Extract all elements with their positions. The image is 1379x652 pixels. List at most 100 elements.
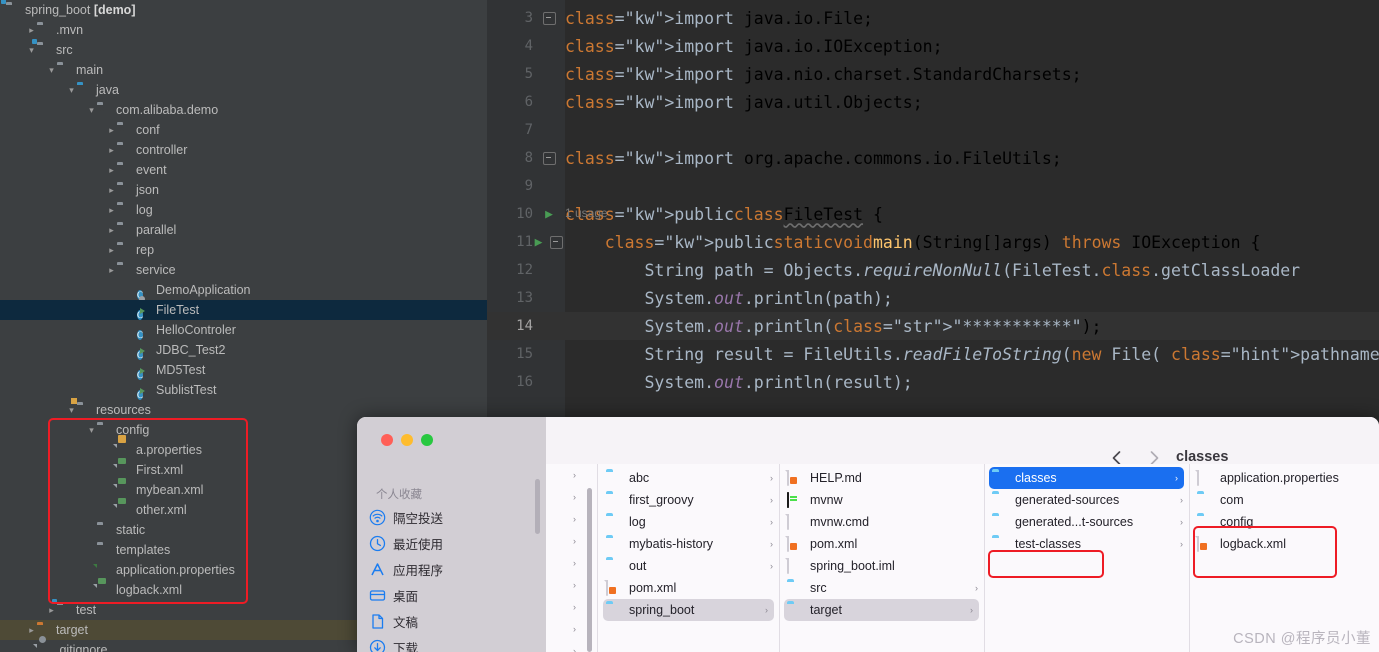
tree-item-java[interactable]: ▾ java [0, 80, 487, 100]
finder-toolbar[interactable]: classes ▾ ▾ [546, 417, 1379, 465]
twisty-expanded-icon[interactable]: ▾ [46, 60, 57, 80]
finder-row[interactable]: target › [784, 599, 979, 621]
finder-row[interactable]: out › [598, 555, 779, 577]
tree-item-json[interactable]: ▸ json [0, 180, 487, 200]
column-projects[interactable]: abc › first_groovy › log › mybatis-history › out… [598, 464, 780, 652]
column-classes[interactable]: application.properties com›config› logback… [1189, 464, 1379, 652]
twisty-collapsed-icon[interactable]: ▸ [106, 260, 117, 280]
tree-item-mvn[interactable]: ▸ .mvn [0, 20, 487, 40]
twisty-collapsed-icon[interactable]: ▸ [106, 200, 117, 220]
disclosure-chevron-icon[interactable]: › [1180, 539, 1183, 549]
sidebar-item-documents[interactable]: 文稿 [369, 609, 418, 633]
minimize-window-button[interactable] [401, 434, 413, 446]
code-line[interactable]: 3 class="kw">import java.io.File; [487, 4, 1379, 32]
code-line[interactable]: 10 ▶ class="kw">public class FileTest { [487, 200, 1379, 228]
disclosure-chevron-icon[interactable]: › [770, 539, 773, 549]
twisty-collapsed-icon[interactable]: ▸ [106, 160, 117, 180]
code-line[interactable]: 14 System.out.println(class="str">"*****… [487, 312, 1379, 340]
finder-column-area[interactable]: › › › › › › › › › abc › first_groovy › log › m… [546, 464, 1379, 652]
project-root-row[interactable]: spring_boot [demo] [0, 0, 487, 20]
sidebar-item-airdrop[interactable]: 隔空投送 [369, 505, 443, 529]
tree-item-jdbc-test2[interactable]: C JDBC_Test2 [0, 340, 487, 360]
finder-row[interactable]: src › [779, 577, 984, 599]
finder-row[interactable]: generated...t-sources › [984, 511, 1189, 533]
tree-item-parallel[interactable]: ▸ parallel [0, 220, 487, 240]
column-partial[interactable]: › › › › › › › › › [546, 464, 582, 652]
finder-row[interactable]: mvnw.cmd [779, 511, 984, 533]
sidebar-item-downloads[interactable]: 下载 [369, 635, 418, 652]
code-line[interactable]: 8 class="kw">import org.apache.commons.io… [487, 144, 1379, 172]
run-method-icon[interactable]: ▶ [535, 235, 543, 250]
tree-item-service[interactable]: ▸ service [0, 260, 487, 280]
column-target[interactable]: classes › generated-sources › generated...t-… [984, 464, 1190, 652]
tree-item-rep[interactable]: ▸ rep [0, 240, 487, 260]
disclosure-chevron-icon[interactable]: › [970, 605, 973, 615]
gutter-marker[interactable]: ▶ [533, 207, 565, 222]
finder-row[interactable]: generated-sources › [984, 489, 1189, 511]
disclosure-chevron-icon[interactable]: › [975, 583, 978, 593]
gutter-marker[interactable]: ▶ [533, 235, 565, 250]
code-line[interactable]: 5 class="kw">import java.nio.charset.Stan… [487, 60, 1379, 88]
twisty-collapsed-icon[interactable]: ▸ [26, 20, 37, 40]
tree-item-demoapplication[interactable]: C DemoApplication [0, 280, 487, 300]
column-partial-scrollbar[interactable] [587, 488, 592, 652]
finder-row[interactable]: HELP.md [779, 467, 984, 489]
code-line[interactable]: 12 String path = Objects.requireNonNull(… [487, 256, 1379, 284]
sidebar-item-desktop[interactable]: 桌面 [369, 583, 418, 607]
finder-row[interactable]: abc › [598, 467, 779, 489]
twisty-collapsed-icon[interactable]: ▸ [106, 180, 117, 200]
finder-row[interactable]: spring_boot.iml [779, 555, 984, 577]
twisty-collapsed-icon[interactable]: ▸ [106, 140, 117, 160]
finder-row[interactable]: first_groovy › [598, 489, 779, 511]
finder-row[interactable]: com› [1189, 489, 1379, 511]
tree-item-conf[interactable]: ▸ conf [0, 120, 487, 140]
tree-item-src[interactable]: ▾ src [0, 40, 487, 60]
tree-item-log[interactable]: ▸ log [0, 200, 487, 220]
column-spring-boot[interactable]: HELP.md mvnw mvnw.cmd pom.xml spring_boot.im… [779, 464, 985, 652]
finder-row[interactable]: mybatis-history › [598, 533, 779, 555]
finder-row[interactable]: pom.xml [779, 533, 984, 555]
tree-item-controller[interactable]: ▸ controller [0, 140, 487, 160]
twisty-collapsed-icon[interactable]: ▸ [106, 120, 117, 140]
fold-toggle-icon[interactable] [542, 151, 556, 165]
fold-toggle-icon[interactable] [550, 236, 564, 249]
twisty-expanded-icon[interactable]: ▾ [86, 420, 97, 440]
gutter-marker[interactable] [533, 151, 565, 165]
disclosure-chevron-icon[interactable]: › [1175, 473, 1178, 483]
code-line[interactable]: 7 [487, 116, 1379, 144]
finder-row[interactable]: classes › [989, 467, 1184, 489]
finder-row[interactable]: spring_boot › [603, 599, 774, 621]
close-window-button[interactable] [381, 434, 393, 446]
fold-toggle-icon[interactable] [542, 11, 556, 25]
sidebar-scrollbar[interactable] [535, 479, 540, 534]
code-line[interactable]: 16 System.out.println(result); [487, 368, 1379, 396]
maximize-window-button[interactable] [421, 434, 433, 446]
twisty-collapsed-icon[interactable]: ▸ [106, 220, 117, 240]
twisty-expanded-icon[interactable]: ▾ [66, 80, 77, 100]
tree-item-filetest[interactable]: C FileTest [0, 300, 487, 320]
code-line[interactable]: 11 ▶ class="kw">public static void main (S… [487, 228, 1379, 256]
code-line[interactable]: 4 class="kw">import java.io.IOException; [487, 32, 1379, 60]
tree-item-md5test[interactable]: C MD5Test [0, 360, 487, 380]
run-class-icon[interactable]: ▶ [545, 207, 553, 222]
disclosure-chevron-icon[interactable]: › [770, 495, 773, 505]
code-line[interactable]: 6 class="kw">import java.util.Objects; [487, 88, 1379, 116]
gutter-marker[interactable] [533, 11, 565, 25]
sidebar-item-applications[interactable]: 应用程序 [369, 557, 443, 581]
tree-item-main[interactable]: ▾ main [0, 60, 487, 80]
tree-item-hellocontroler[interactable]: C HelloControler [0, 320, 487, 340]
tree-item-com-alibaba-demo[interactable]: ▾ com.alibaba.demo [0, 100, 487, 120]
finder-sidebar[interactable]: 个人收藏 隔空投送 最近使用 应用程序 桌面 文稿 下载 [357, 417, 546, 652]
finder-row[interactable]: config› [1189, 511, 1379, 533]
finder-row[interactable]: pom.xml [598, 577, 779, 599]
sidebar-item-recents-clock[interactable]: 最近使用 [369, 531, 443, 555]
finder-row[interactable]: log › [598, 511, 779, 533]
finder-row[interactable]: application.properties [1189, 467, 1379, 489]
finder-window[interactable]: 个人收藏 隔空投送最近使用应用程序桌面文稿下载 classes ▾ [357, 417, 1379, 652]
code-line[interactable]: 13 System.out.println(path); [487, 284, 1379, 312]
disclosure-chevron-icon[interactable]: › [1180, 495, 1183, 505]
twisty-expanded-icon[interactable]: ▾ [86, 100, 97, 120]
disclosure-chevron-icon[interactable]: › [1180, 517, 1183, 527]
disclosure-chevron-icon[interactable]: › [770, 561, 773, 571]
finder-row[interactable]: logback.xml [1189, 533, 1379, 555]
